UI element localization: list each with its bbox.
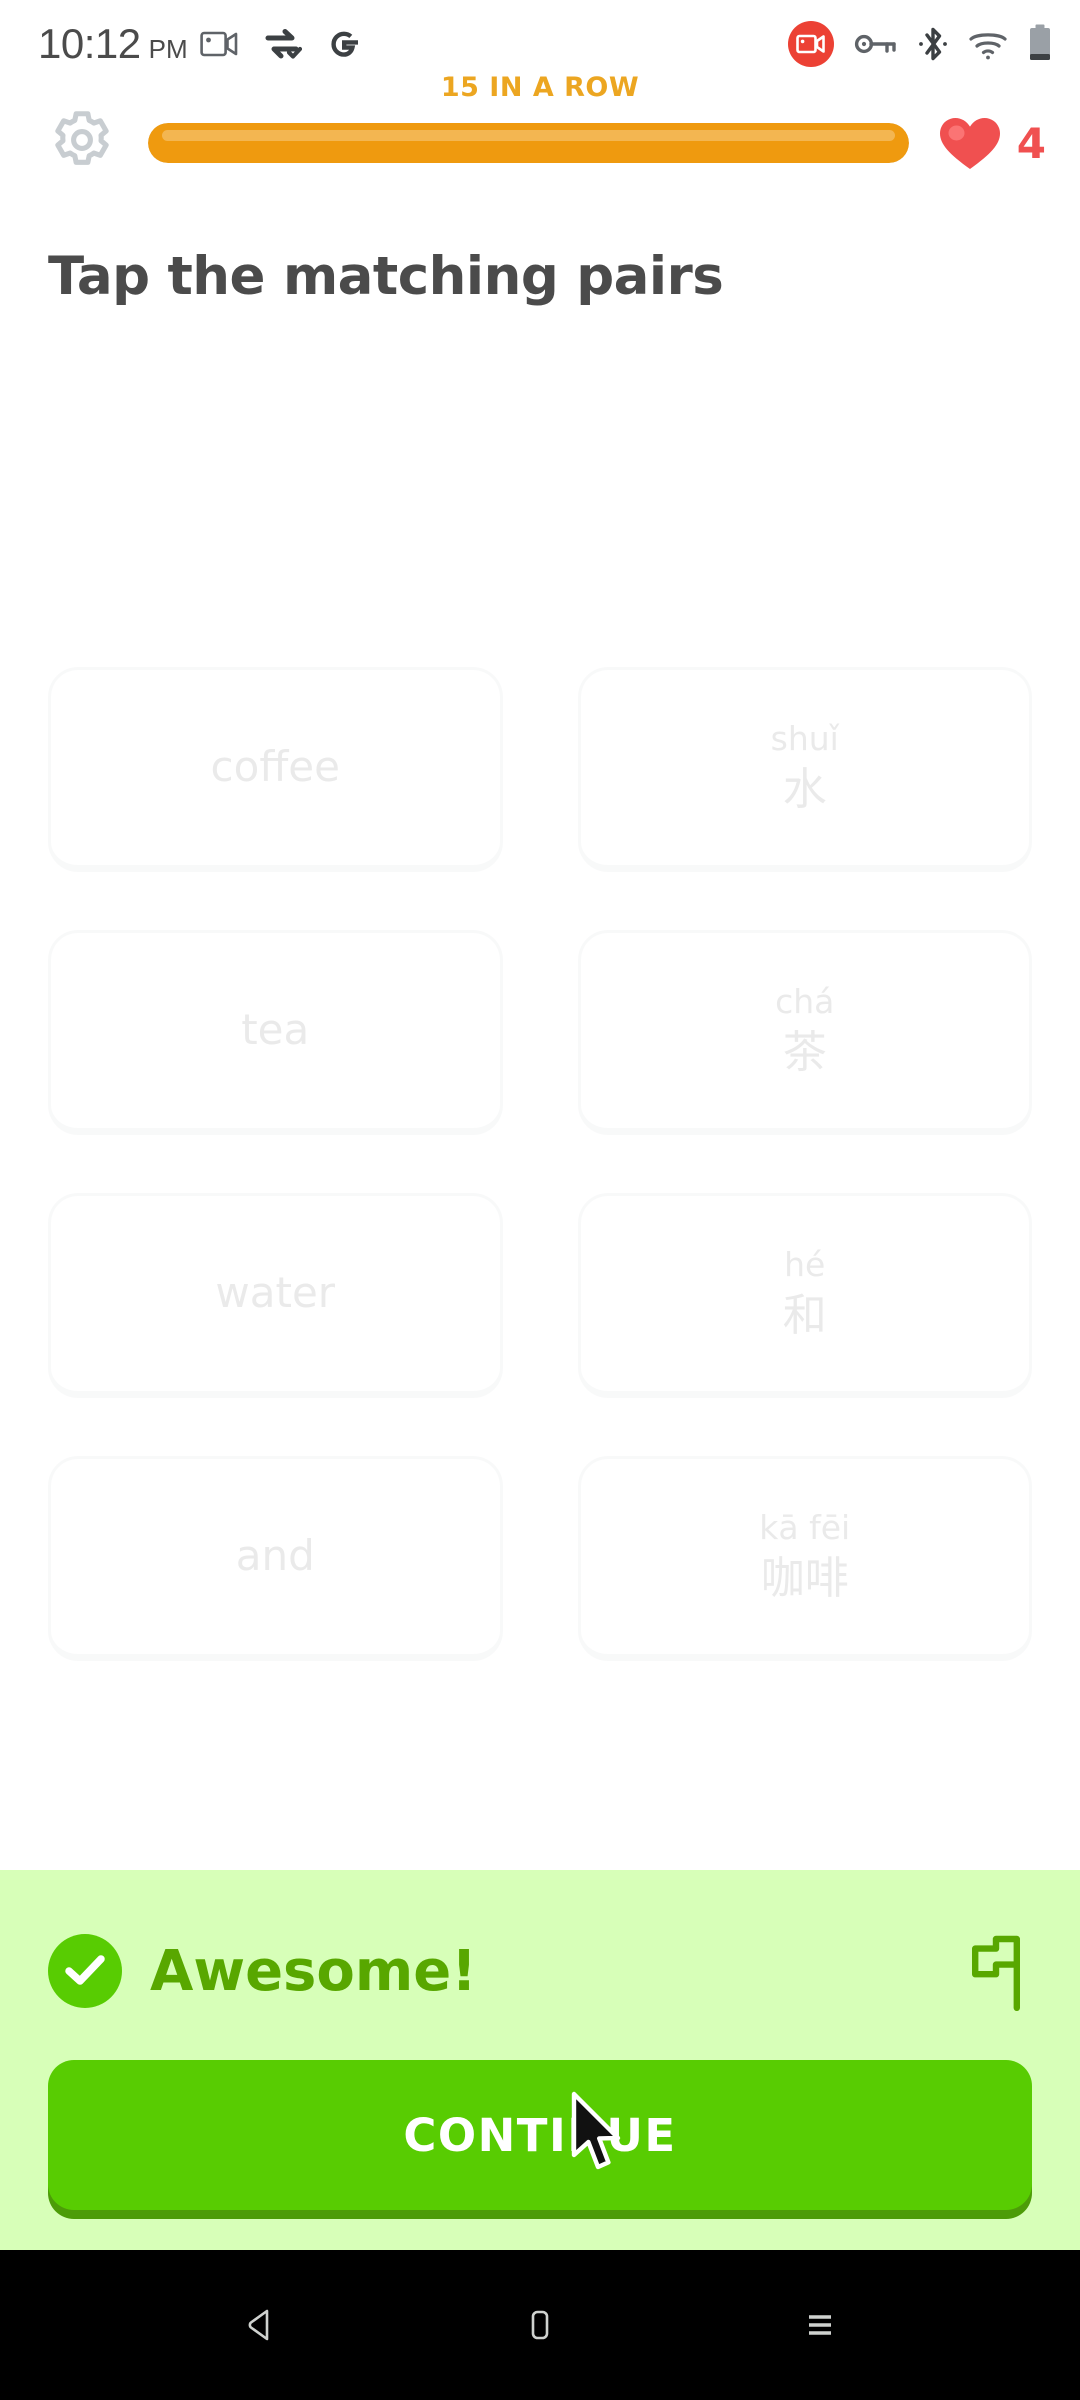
feedback-row: Awesome! bbox=[48, 1928, 1032, 2014]
home-square-icon bbox=[518, 2303, 562, 2347]
hearts-count: 4 bbox=[1016, 118, 1046, 168]
match-card-english-2[interactable]: water bbox=[48, 1193, 503, 1398]
match-card-chinese-3[interactable]: kā fēi 咖啡 bbox=[577, 1456, 1032, 1661]
wifi-icon bbox=[968, 28, 1008, 60]
match-card-english-3[interactable]: and bbox=[48, 1456, 503, 1661]
back-triangle-icon bbox=[238, 2303, 282, 2347]
recording-badge-icon bbox=[788, 21, 834, 67]
lesson-header: 15 IN A ROW 4 bbox=[0, 72, 1080, 198]
exercise-title: Tap the matching pairs bbox=[48, 246, 724, 307]
check-circle-icon bbox=[48, 1934, 122, 2008]
status-notification-icons bbox=[199, 26, 362, 62]
lesson-progress-fill bbox=[148, 123, 909, 163]
match-card-pinyin: kā fēi bbox=[759, 1508, 851, 1548]
nav-recents-button[interactable] bbox=[765, 2270, 875, 2380]
nav-home-button[interactable] bbox=[485, 2270, 595, 2380]
bluetooth-icon bbox=[918, 25, 948, 63]
android-nav-bar bbox=[0, 2250, 1080, 2400]
match-card-chinese-1[interactable]: chá 茶 bbox=[577, 930, 1032, 1135]
match-card-pinyin: hé bbox=[784, 1245, 826, 1285]
nav-back-button[interactable] bbox=[205, 2270, 315, 2380]
screen-record-icon bbox=[199, 29, 240, 59]
recents-menu-icon bbox=[798, 2303, 842, 2347]
match-card-word: water bbox=[215, 1268, 336, 1318]
match-card-word: tea bbox=[241, 1005, 310, 1055]
google-icon bbox=[326, 26, 362, 62]
streak-label: 15 IN A ROW bbox=[440, 72, 640, 103]
match-card-word: 水 bbox=[782, 763, 827, 815]
match-card-word: 咖啡 bbox=[760, 1552, 849, 1604]
progress-highlight bbox=[162, 130, 895, 141]
status-bar-left: 10:12 PM bbox=[38, 20, 188, 68]
report-button[interactable] bbox=[960, 1928, 1032, 2014]
match-grid-area: coffee shuǐ 水 tea chá 茶 water hé 和 and k… bbox=[0, 307, 1080, 1870]
match-card-word: and bbox=[235, 1531, 315, 1581]
vpn-key-icon bbox=[854, 30, 898, 58]
match-card-english-1[interactable]: tea bbox=[48, 930, 503, 1135]
feedback-message: Awesome! bbox=[150, 1938, 477, 2004]
match-card-pinyin: shuǐ bbox=[770, 719, 839, 759]
match-card-english-0[interactable]: coffee bbox=[48, 667, 503, 872]
flag-icon bbox=[964, 1929, 1028, 2013]
gear-icon bbox=[46, 107, 118, 179]
feedback-panel: Awesome! CONTINUE bbox=[0, 1870, 1080, 2250]
app-screen: 10:12 PM 15 IN A ROW 4 Tap the matching … bbox=[0, 0, 1080, 2400]
match-card-word: 茶 bbox=[782, 1026, 827, 1078]
match-card-word: coffee bbox=[210, 742, 340, 792]
continue-button-wrap: CONTINUE bbox=[48, 2060, 1032, 2210]
battery-icon bbox=[1028, 24, 1052, 64]
vpn-sync-icon bbox=[264, 28, 302, 60]
status-system-icons bbox=[788, 21, 1052, 67]
match-grid: coffee shuǐ 水 tea chá 茶 water hé 和 and k… bbox=[48, 667, 1032, 1661]
match-card-chinese-2[interactable]: hé 和 bbox=[577, 1193, 1032, 1398]
status-clock-ampm: PM bbox=[148, 34, 188, 64]
match-card-pinyin: chá bbox=[775, 982, 835, 1022]
heart-icon bbox=[937, 113, 1003, 173]
continue-button[interactable]: CONTINUE bbox=[48, 2060, 1032, 2210]
status-clock: 10:12 bbox=[38, 20, 141, 67]
hearts-indicator[interactable]: 4 bbox=[937, 113, 1046, 173]
lesson-progress-bar bbox=[148, 123, 909, 163]
settings-button[interactable] bbox=[44, 105, 120, 181]
match-card-word: 和 bbox=[782, 1289, 827, 1341]
match-card-chinese-0[interactable]: shuǐ 水 bbox=[577, 667, 1032, 872]
